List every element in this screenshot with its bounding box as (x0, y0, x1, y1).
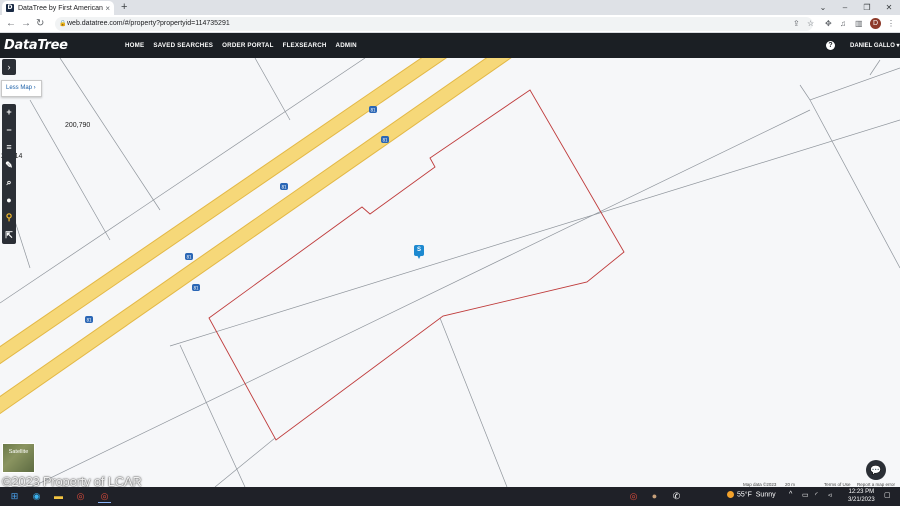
route-shield-icon: 81 (381, 136, 389, 143)
boundary-line (59, 58, 161, 211)
panel-toggle-button[interactable]: › (2, 59, 16, 75)
svg-text:81: 81 (186, 255, 192, 260)
globe-icon[interactable]: ● (2, 192, 16, 210)
weather-widget[interactable]: 55°F Sunny (727, 491, 776, 498)
browser-tab-strip: D DataTree by First American × + ⌄ – ❐ ✕ (0, 0, 900, 15)
boundary-line (254, 58, 291, 121)
edge-icon[interactable]: ◉ (30, 490, 43, 503)
svg-text:81: 81 (86, 318, 92, 323)
chrome-tray-icon[interactable]: ◎ (627, 490, 640, 503)
nav-admin[interactable]: ADMIN (336, 42, 357, 49)
nav-order-portal[interactable]: ORDER PORTAL (222, 42, 273, 49)
draw-icon[interactable]: ✎ (2, 157, 16, 175)
satellite-toggle[interactable]: Satellite (2, 443, 35, 473)
boundary-line (869, 59, 881, 76)
subject-property-marker-icon[interactable]: S (414, 245, 424, 259)
weather-temp: 55°F (737, 491, 752, 499)
street-view-icon[interactable]: ⚲ (2, 209, 16, 227)
map-canvas[interactable]: 81 81 81 81 81 81 200,790 26,314 (0, 58, 900, 487)
reload-button[interactable]: ↻ (36, 17, 44, 31)
less-map-button[interactable]: Less Map › (1, 80, 42, 97)
zoom-out-icon[interactable]: − (2, 122, 16, 140)
parcel-area-label: 200,790 (65, 122, 91, 129)
chat-button[interactable]: 💬 (866, 460, 886, 480)
highway-lane-edge (0, 58, 447, 365)
minimize-button[interactable]: – (834, 0, 856, 15)
map-toolbar: + − ≡ ✎ ⌕ ● ⚲ ⇱ (2, 104, 16, 244)
chrome-icon[interactable]: ◎ (74, 490, 87, 503)
svg-text:81: 81 (370, 108, 376, 113)
sun-icon (727, 491, 734, 498)
maximize-button[interactable]: ❐ (856, 0, 878, 15)
tab-title: DataTree by First American (18, 4, 103, 12)
new-tab-button[interactable]: + (121, 1, 127, 13)
lock-icon: 🔒 (59, 21, 67, 27)
nav-home[interactable]: HOME (125, 42, 144, 49)
help-icon[interactable]: ? (826, 41, 835, 50)
svg-text:81: 81 (281, 185, 287, 190)
tray-expand-icon[interactable]: ^ (789, 491, 792, 498)
clock-time: 12:23 PM (848, 489, 875, 495)
notification-icon[interactable]: ✆ (670, 490, 683, 503)
open-external-icon[interactable]: ⇱ (2, 227, 16, 245)
share-icon[interactable]: ⇪ (793, 18, 800, 30)
route-shield-icon: 81 (185, 253, 193, 260)
system-clock[interactable]: 12:23 PM 3/21/2023 (848, 488, 875, 504)
route-shield-icon: 81 (192, 284, 200, 291)
notifications-icon[interactable]: ▢ (884, 491, 891, 499)
browser-menu-icon[interactable]: ⋮ (887, 18, 895, 30)
start-icon[interactable]: ⊞ (8, 490, 21, 503)
user-menu[interactable]: DANIEL GALLO ▾ (850, 42, 900, 49)
nav-saved-searches[interactable]: SAVED SEARCHES (153, 42, 213, 49)
highway-lane (0, 58, 510, 413)
wifi-icon[interactable]: ◜ (815, 491, 818, 499)
route-shield-icon: 81 (280, 183, 288, 190)
chrome-active-icon[interactable]: ◎ (98, 490, 111, 503)
profile-avatar[interactable]: D (870, 18, 881, 29)
close-tab-icon[interactable]: × (105, 4, 110, 13)
back-button[interactable]: ← (6, 17, 16, 31)
side-panel-icon[interactable]: ▥ (855, 18, 863, 30)
url-text: web.datatree.com/#/property?propertyid=1… (67, 20, 230, 27)
search-icon[interactable]: ⌕ (2, 174, 16, 192)
svg-text:81: 81 (382, 138, 388, 143)
boundary-line (809, 99, 900, 269)
windows-taskbar: ⊞ ◉ ▬ ◎ ◎ ◎ ● ✆ 55°F Sunny ^ ▭ ◜ ◃ 12:23… (0, 487, 900, 506)
route-shield-icon: 81 (85, 316, 93, 323)
route-shield-icon: 81 (369, 106, 377, 113)
volume-icon[interactable]: ◃ (828, 491, 832, 499)
user-avatar-icon[interactable]: ● (648, 490, 661, 503)
boundary-line (799, 67, 900, 101)
media-icon[interactable]: ♫ (840, 18, 846, 30)
browser-tab[interactable]: D DataTree by First American × (2, 1, 114, 15)
nav-flexsearch[interactable]: FLEXSEARCH (283, 42, 327, 49)
svg-text:81: 81 (193, 286, 199, 291)
boundary-line (29, 99, 111, 241)
network-icon[interactable]: ▭ (802, 491, 809, 499)
boundary-line (169, 119, 900, 347)
tab-search-icon[interactable]: ⌄ (812, 0, 834, 15)
bookmark-star-icon[interactable]: ☆ (807, 18, 814, 30)
browser-toolbar: ← → ↻ 🔒 web.datatree.com/#/property?prop… (0, 15, 900, 33)
close-window-button[interactable]: ✕ (878, 0, 900, 15)
main-nav: HOME SAVED SEARCHES ORDER PORTAL FLEXSEA… (125, 33, 357, 58)
subject-parcel-outline (208, 89, 625, 441)
datatree-favicon-icon: D (6, 4, 14, 12)
boundary-line (214, 437, 276, 487)
layers-icon[interactable]: ≡ (2, 139, 16, 157)
file-explorer-icon[interactable]: ▬ (52, 490, 65, 503)
boundary-line (439, 317, 508, 487)
app-header: DataTree HOME SAVED SEARCHES ORDER PORTA… (0, 33, 900, 58)
map-graphics: 81 81 81 81 81 81 (0, 58, 900, 487)
forward-button[interactable]: → (21, 17, 31, 31)
weather-text: Sunny (755, 491, 776, 499)
extensions-icon[interactable]: ✥ (825, 18, 832, 30)
zoom-in-icon[interactable]: + (2, 104, 16, 122)
address-bar[interactable]: 🔒 web.datatree.com/#/property?propertyid… (55, 17, 813, 31)
boundary-line (31, 109, 811, 487)
datatree-logo[interactable]: DataTree (4, 38, 68, 53)
clock-date: 3/21/2023 (848, 497, 875, 503)
